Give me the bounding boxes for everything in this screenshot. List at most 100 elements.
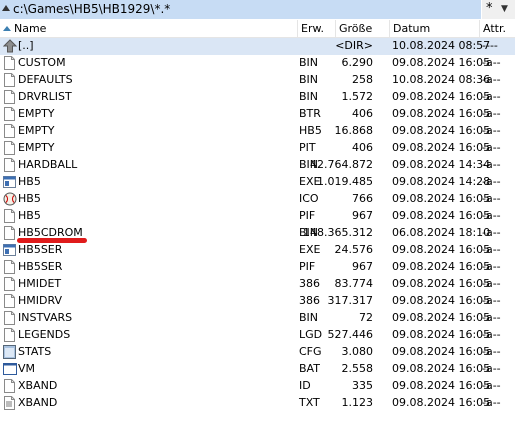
file-name: HB5SER [18, 260, 63, 273]
file-date: 10.08.2024 08:36 [392, 73, 491, 86]
file-extension: LGD [299, 328, 323, 341]
file-date: 09.08.2024 16:05 [392, 379, 491, 392]
file-name: INSTVARS [18, 311, 73, 324]
file-row[interactable]: EMPTY HB5 16.868 09.08.2024 16:05 -a-- [0, 123, 515, 140]
column-header-attr[interactable]: Attr. [480, 20, 515, 37]
parent-directory-row[interactable]: [..] <DIR> 10.08.2024 08:57 ---- [0, 38, 515, 55]
file-row[interactable]: HB5 EXE 1.019.485 09.08.2024 14:28 -a-- [0, 174, 515, 191]
current-path: c:\Games\HB5\HB1929\*.* [13, 2, 171, 16]
file-date: 09.08.2024 14:28 [392, 175, 491, 188]
file-extension: BAT [299, 362, 320, 375]
file-name: HMIDRV [18, 294, 63, 307]
file-extension: CFG [299, 345, 322, 358]
sort-ascending-icon [3, 26, 11, 31]
column-header-date[interactable]: Datum [390, 20, 480, 37]
file-extension: BIN [299, 90, 319, 103]
exe-icon [3, 243, 16, 257]
chevron-down-icon: ▼ [501, 4, 508, 14]
file-icon [3, 209, 16, 223]
file-row[interactable]: STATS CFG 3.080 09.08.2024 16:05 -a-- [0, 344, 515, 361]
file-attributes: -a-- [482, 124, 501, 137]
file-name: HMIDET [18, 277, 62, 290]
file-icon [3, 277, 16, 291]
file-attributes: -a-- [482, 345, 501, 358]
file-extension: PIT [299, 141, 316, 154]
path-caret-icon [2, 5, 10, 11]
file-row[interactable]: EMPTY PIT 406 09.08.2024 16:05 -a-- [0, 140, 515, 157]
file-date: 06.08.2024 18:10 [392, 226, 491, 239]
file-attributes: -a-- [482, 311, 501, 324]
file-row[interactable]: XBAND TXT 1.123 09.08.2024 16:05 -a-- [0, 395, 515, 412]
file-size: 967 [352, 209, 373, 222]
file-size: 16.868 [334, 124, 374, 137]
file-row[interactable]: CUSTOM BIN 6.290 09.08.2024 16:05 -a-- [0, 55, 515, 72]
file-name: DEFAULTS [18, 73, 73, 86]
file-size: 83.774 [334, 277, 374, 290]
file-name: EMPTY [18, 107, 55, 120]
file-row[interactable]: VM BAT 2.558 09.08.2024 16:05 -a-- [0, 361, 515, 378]
file-name: DRVRLIST [18, 90, 72, 103]
file-name: HB5 [18, 209, 41, 222]
column-header-name[interactable]: Name [0, 20, 298, 37]
file-date: 10.08.2024 08:57 [392, 39, 491, 52]
file-extension: BIN [299, 73, 319, 86]
file-attributes: -a-- [482, 362, 501, 375]
file-extension: EXE [299, 243, 321, 256]
batch-icon [3, 362, 17, 376]
red-underline-annotation [17, 238, 87, 243]
file-size: 766 [352, 192, 373, 205]
history-dropdown-button[interactable]: * ▼ [482, 0, 515, 19]
file-attributes: -a-- [482, 209, 501, 222]
history-label: * [486, 1, 493, 16]
file-name: HARDBALL [18, 158, 78, 171]
file-row[interactable]: DEFAULTS BIN 258 10.08.2024 08:36 -a-- [0, 72, 515, 89]
file-extension: ICO [299, 192, 319, 205]
file-icon [3, 294, 16, 308]
file-name: STATS [18, 345, 52, 358]
file-size: 42.764.872 [310, 158, 373, 171]
column-header-size[interactable]: Größe [336, 20, 390, 37]
file-row[interactable]: HMIDRV 386 317.317 09.08.2024 16:05 -a-- [0, 293, 515, 310]
file-row[interactable]: INSTVARS BIN 72 09.08.2024 16:05 -a-- [0, 310, 515, 327]
file-date: 09.08.2024 14:34 [392, 158, 491, 171]
file-attributes: -a-- [482, 107, 501, 120]
file-date: 09.08.2024 16:05 [392, 243, 491, 256]
file-row[interactable]: HARDBALL BIN 42.764.872 09.08.2024 14:34 -a-… [0, 157, 515, 174]
file-attributes: -a-- [482, 243, 501, 256]
file-icon [3, 141, 16, 155]
path-bar[interactable]: c:\Games\HB5\HB1929\*.* * ▼ [0, 0, 515, 19]
column-header-ext[interactable]: Erw. [298, 20, 336, 37]
file-attributes: -a-- [482, 175, 501, 188]
file-date: 09.08.2024 16:05 [392, 124, 491, 137]
file-attributes: -a-- [482, 192, 501, 205]
file-row[interactable]: HB5SER EXE 24.576 09.08.2024 16:05 -a-- [0, 242, 515, 259]
file-date: 09.08.2024 16:05 [392, 294, 491, 307]
file-extension: BIN [299, 56, 319, 69]
file-icon [3, 107, 16, 121]
file-row[interactable]: HB5 PIF 967 09.08.2024 16:05 -a-- [0, 208, 515, 225]
file-size: 317.317 [327, 294, 374, 307]
file-row[interactable]: HB5 ICO 766 09.08.2024 16:05 -a-- [0, 191, 515, 208]
config-icon [3, 345, 16, 359]
file-row[interactable]: DRVRLIST BIN 1.572 09.08.2024 16:05 -a-- [0, 89, 515, 106]
file-date: 09.08.2024 16:05 [392, 192, 491, 205]
file-attributes: -a-- [482, 379, 501, 392]
path-display[interactable]: c:\Games\HB5\HB1929\*.* [0, 0, 481, 19]
file-size: 2.558 [341, 362, 374, 375]
file-name: HB5 [18, 192, 41, 205]
file-extension: HB5 [299, 124, 322, 137]
file-attributes: -a-- [482, 277, 501, 290]
file-name: HB5 [18, 175, 41, 188]
file-row[interactable]: EMPTY BTR 406 09.08.2024 16:05 -a-- [0, 106, 515, 123]
file-row[interactable]: HMIDET 386 83.774 09.08.2024 16:05 -a-- [0, 276, 515, 293]
file-date: 09.08.2024 16:05 [392, 141, 491, 154]
file-date: 09.08.2024 16:05 [392, 362, 491, 375]
file-attributes: -a-- [482, 226, 501, 239]
file-row[interactable]: HB5SER PIF 967 09.08.2024 16:05 -a-- [0, 259, 515, 276]
file-size: 6.290 [341, 56, 374, 69]
file-attributes: -a-- [482, 73, 501, 86]
file-row[interactable]: LEGENDS LGD 527.446 09.08.2024 16:05 -a-- [0, 327, 515, 344]
file-row[interactable]: XBAND ID 335 09.08.2024 16:05 -a-- [0, 378, 515, 395]
file-name: VM [18, 362, 36, 375]
exe-icon [3, 175, 16, 189]
